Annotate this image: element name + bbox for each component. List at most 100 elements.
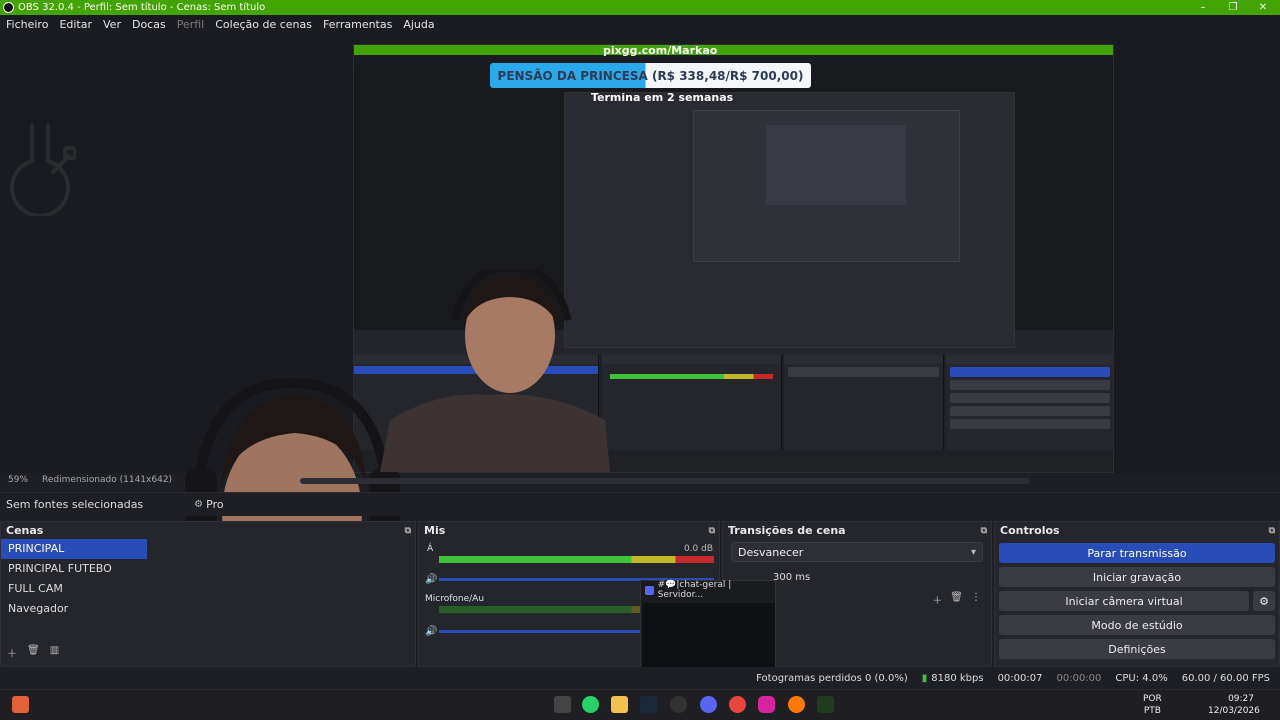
menu-ajuda[interactable]: Ajuda bbox=[403, 18, 434, 31]
controls-title: Controlos bbox=[1000, 524, 1060, 537]
menu-ferramentas[interactable]: Ferramentas bbox=[323, 18, 392, 31]
instagram-icon[interactable] bbox=[758, 696, 775, 713]
undock-icon[interactable]: ⧉ bbox=[709, 526, 715, 536]
bitrate: 8180 kbps bbox=[931, 672, 984, 684]
speaker-icon[interactable]: 🔊 bbox=[425, 574, 437, 585]
app-icon[interactable] bbox=[554, 696, 571, 713]
bong-logo-icon bbox=[8, 121, 77, 218]
cpu-usage: CPU: 4.0% bbox=[1115, 672, 1168, 684]
clock-date: 12/03/2026 bbox=[1208, 706, 1260, 716]
goal-progress-bar: PENSÃO DA PRINCESA (R$ 338,48/R$ 700,00) bbox=[490, 63, 811, 88]
resize-info: Redimensionado (1141x642) bbox=[42, 475, 173, 485]
clock[interactable]: 09:27 12/03/2026 bbox=[1208, 693, 1260, 717]
filter-scene-icon[interactable]: ▥ bbox=[50, 645, 59, 660]
rec-time: 00:00:00 bbox=[1056, 672, 1102, 684]
track-name: Á bbox=[427, 544, 434, 554]
obs-taskbar-icon[interactable] bbox=[670, 696, 687, 713]
remove-scene-icon[interactable]: 🗑 bbox=[27, 645, 40, 660]
discord-chat-thumbnail[interactable]: #💬|chat-geral | Servidor... bbox=[640, 580, 776, 676]
track-db: 0.0 dB bbox=[683, 544, 713, 554]
menu-ver[interactable]: Ver bbox=[103, 18, 121, 31]
settings-button[interactable]: Definições bbox=[999, 639, 1275, 659]
scene-item-principal-futebol[interactable]: PRINCIPAL FUTEBO bbox=[1, 559, 415, 579]
mixer-dock-header: Mis ⧉ bbox=[419, 522, 719, 539]
menu-docas[interactable]: Docas bbox=[132, 18, 166, 31]
track-meter bbox=[439, 556, 714, 563]
nested-transitions-dock bbox=[784, 355, 944, 450]
signal-icon: ▮ bbox=[921, 672, 928, 684]
mixer-title: Mis bbox=[424, 524, 446, 537]
zoom-level[interactable]: 59% bbox=[8, 475, 28, 485]
stop-streaming-button[interactable]: Parar transmissão bbox=[999, 543, 1275, 563]
terminal-icon[interactable] bbox=[817, 696, 834, 713]
dropped-frames: Fotogramas perdidos 0 (0.0%) bbox=[756, 672, 908, 684]
lang-bottom: PTB bbox=[1143, 706, 1161, 716]
goal-ends-text: Termina em 2 semanas bbox=[591, 91, 734, 104]
menu-editar[interactable]: Editar bbox=[59, 18, 92, 31]
studio-mode-button[interactable]: Modo de estúdio bbox=[999, 615, 1275, 635]
chrome-icon[interactable] bbox=[729, 696, 746, 713]
scenes-title: Cenas bbox=[6, 524, 44, 537]
controls-dock: Controlos ⧉ Parar transmissão Iniciar gr… bbox=[994, 521, 1280, 667]
duration-field[interactable]: 300 ms bbox=[773, 572, 810, 583]
chat-popup-title: #💬|chat-geral | Servidor... bbox=[657, 580, 732, 600]
obs-logo-icon bbox=[3, 2, 14, 13]
scenes-dock-header: Cenas ⧉ bbox=[1, 522, 415, 539]
menu-bar: Ficheiro Editar Ver Docas Perfil Coleção… bbox=[0, 15, 1280, 33]
start-icon[interactable] bbox=[12, 696, 29, 713]
properties-label: Pro bbox=[206, 498, 224, 511]
mic-speaker-icon[interactable]: 🔊 bbox=[425, 626, 437, 637]
preview-scrollbar[interactable] bbox=[300, 478, 1030, 484]
nested-inner2-capture bbox=[766, 125, 906, 205]
status-bar: Fotogramas perdidos 0 (0.0%) ▮ 8180 kbps… bbox=[0, 667, 1280, 689]
nested-mixer-dock bbox=[602, 355, 782, 450]
menu-ficheiro[interactable]: Ficheiro bbox=[6, 18, 48, 31]
virtual-camera-settings-button[interactable]: ⚙ bbox=[1253, 591, 1275, 611]
scenes-dock: Cenas ⧉ PRINCIPAL PRINCIPAL FUTEBO FULL … bbox=[0, 521, 416, 667]
scene-item-navegador[interactable]: Navegador bbox=[1, 599, 415, 619]
webcam-person-second bbox=[380, 264, 610, 472]
overlay-url: pixgg.com/Markao bbox=[603, 44, 718, 57]
scene-item-full-cam[interactable]: FULL CAM bbox=[1, 579, 415, 599]
add-transition-icon[interactable]: ＋ bbox=[932, 592, 942, 607]
menu-perfil[interactable]: Perfil bbox=[177, 18, 205, 31]
undock-icon[interactable]: ⧉ bbox=[981, 526, 987, 536]
window-titlebar: OBS 32.0.4 - Perfil: Sem título - Cenas:… bbox=[0, 0, 1280, 15]
undock-icon[interactable]: ⧉ bbox=[405, 526, 411, 536]
whatsapp-icon[interactable] bbox=[582, 696, 599, 713]
nested-inner-capture bbox=[693, 110, 960, 262]
goal-text: PENSÃO DA PRINCESA (R$ 338,48/R$ 700,00) bbox=[497, 68, 804, 83]
nested-titlebar bbox=[354, 45, 1113, 55]
more-options-icon[interactable]: ⋮ bbox=[971, 592, 981, 607]
nested-deep-capture bbox=[564, 92, 1015, 348]
add-scene-icon[interactable]: ＋ bbox=[7, 645, 17, 660]
minimize-button[interactable]: – bbox=[1186, 0, 1220, 15]
scene-item-principal[interactable]: PRINCIPAL bbox=[1, 539, 147, 559]
nested-controls-dock bbox=[946, 355, 1113, 450]
transition-selected: Desvanecer bbox=[738, 545, 804, 559]
transition-select[interactable]: Desvanecer ▾ bbox=[731, 542, 983, 562]
chevron-down-icon: ▾ bbox=[970, 546, 976, 558]
stream-time: 00:00:07 bbox=[997, 672, 1043, 684]
no-source-label: Sem fontes selecionadas bbox=[6, 498, 144, 511]
sources-context-bar: Sem fontes selecionadas ⚙ Pro bbox=[0, 492, 1280, 516]
folder-icon[interactable] bbox=[611, 696, 628, 713]
discord-taskbar-icon[interactable] bbox=[700, 696, 717, 713]
track-name-mic: Microfone/Au bbox=[425, 594, 485, 604]
remove-transition-icon[interactable]: 🗑 bbox=[950, 592, 963, 607]
gear-icon: ⚙ bbox=[1259, 594, 1269, 608]
soundcloud-icon[interactable] bbox=[788, 696, 805, 713]
clock-time: 09:27 bbox=[1228, 694, 1254, 704]
start-virtual-camera-button[interactable]: Iniciar câmera virtual bbox=[999, 591, 1249, 611]
menu-colecao-cenas[interactable]: Coleção de cenas bbox=[215, 18, 312, 31]
gear-icon: ⚙ bbox=[194, 499, 204, 510]
controls-dock-header: Controlos ⧉ bbox=[995, 522, 1279, 539]
language-indicator[interactable]: POR PTB bbox=[1143, 693, 1162, 717]
close-button[interactable]: ✕ bbox=[1246, 0, 1280, 15]
start-recording-button[interactable]: Iniciar gravação bbox=[999, 567, 1275, 587]
window-title: OBS 32.0.4 - Perfil: Sem título - Cenas:… bbox=[18, 2, 266, 13]
properties-button[interactable]: ⚙ Pro bbox=[188, 496, 229, 513]
steam-icon[interactable] bbox=[640, 696, 657, 713]
undock-icon[interactable]: ⧉ bbox=[1269, 526, 1275, 536]
maximize-button[interactable]: ❐ bbox=[1216, 0, 1250, 15]
